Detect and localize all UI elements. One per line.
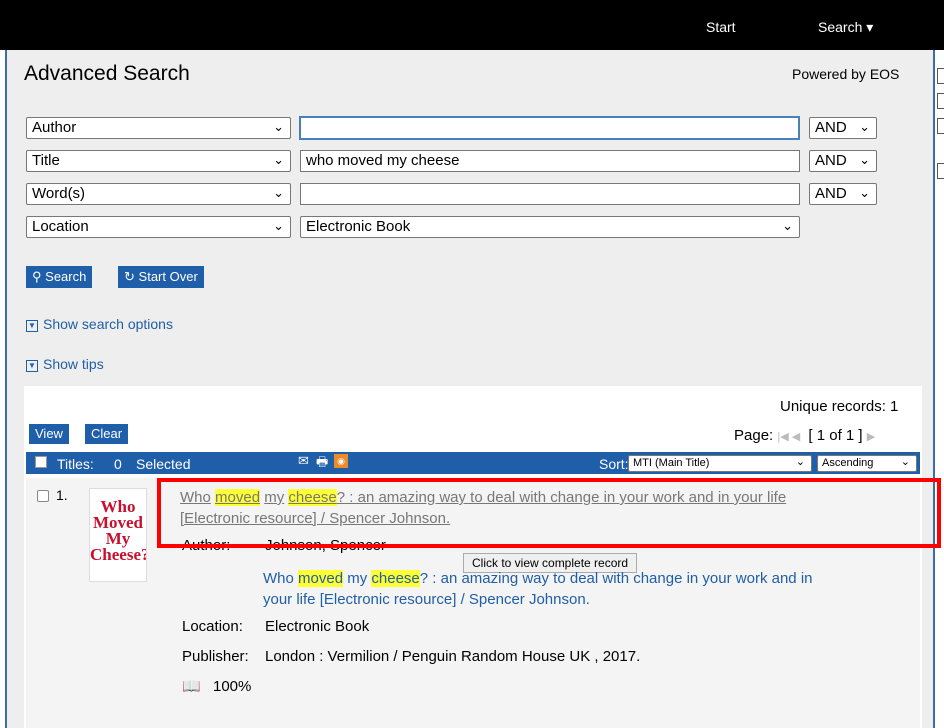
book-cover-image[interactable]: Who Moved My Cheese? xyxy=(89,488,147,582)
record-number: 1. xyxy=(56,487,68,503)
edge-marker xyxy=(937,118,944,134)
chevron-down-icon: ⌄ xyxy=(273,152,284,167)
view-button[interactable]: View xyxy=(29,424,69,444)
book-icon: 📖 xyxy=(182,678,201,695)
title-word: Who xyxy=(263,570,294,587)
chevron-down-icon: ⌄ xyxy=(273,119,284,134)
publisher-value: London : Vermilion / Penguin Random Hous… xyxy=(265,648,641,665)
edge-marker xyxy=(937,163,944,179)
refresh-icon: ↻ xyxy=(124,269,135,284)
operator-select-2[interactable]: AND ⌄ xyxy=(809,150,877,172)
operator-label: AND xyxy=(815,185,847,202)
title-input[interactable]: who moved my cheese xyxy=(300,150,800,172)
clear-button[interactable]: Clear xyxy=(85,424,129,444)
chevron-down-icon: ⌄ xyxy=(782,218,793,233)
search-icon: ⚲ xyxy=(32,269,42,284)
search-button-label: Search xyxy=(45,269,87,284)
show-tips-label: Show tips xyxy=(43,356,104,372)
field-select-label: Author xyxy=(32,119,77,136)
field-select-label: Location xyxy=(32,218,89,235)
sort-select[interactable]: MTI (Main Title) ⌄ xyxy=(628,455,812,472)
expand-icon: ▼ xyxy=(26,360,38,372)
field-select-label: Word(s) xyxy=(32,185,86,202)
page-title: Advanced Search xyxy=(24,62,190,85)
select-all-checkbox[interactable] xyxy=(35,456,47,468)
field-select-author[interactable]: Author ⌄ xyxy=(26,117,291,139)
highlight-annotation-box xyxy=(157,478,941,548)
chevron-down-icon: ⌄ xyxy=(859,152,870,167)
chevron-down-icon: ⌄ xyxy=(273,218,284,233)
field-select-location[interactable]: Location ⌄ xyxy=(26,216,291,238)
selected-count: 0 xyxy=(114,456,122,472)
operator-select-3[interactable]: AND ⌄ xyxy=(809,183,877,205)
page-indicator: [ 1 of 1 ] xyxy=(808,427,863,444)
chevron-down-icon: ⌄ xyxy=(273,185,284,200)
operator-label: AND xyxy=(815,152,847,169)
top-nav-bar: Start Search ▾ xyxy=(0,0,944,50)
field-select-label: Title xyxy=(32,152,60,169)
sort-label: Sort: xyxy=(599,456,629,472)
nav-start[interactable]: Start xyxy=(706,19,736,35)
pagination: Page: |◀ ◀ [ 1 of 1 ] ▶ xyxy=(734,427,875,444)
edge-marker xyxy=(937,93,944,109)
show-tips-link[interactable]: ▼ Show tips xyxy=(26,356,104,372)
rss-icon[interactable]: ◉ xyxy=(334,454,348,468)
edge-marker xyxy=(937,68,944,84)
nav-search-label[interactable]: Search xyxy=(818,19,862,35)
record-title-secondary[interactable]: Who moved my cheese? : an amazing way to… xyxy=(263,568,923,610)
results-header-bar: Titles: 0 Selected ✉ 🖶 ◉ Sort: MTI (Main… xyxy=(26,452,920,474)
chevron-down-icon: ⌄ xyxy=(795,456,805,468)
chevron-down-icon: ⌄ xyxy=(859,185,870,200)
location-select-label: Electronic Book xyxy=(306,218,411,235)
caret-down-icon: ▾ xyxy=(862,19,874,35)
location-select[interactable]: Electronic Book ⌄ xyxy=(300,216,800,238)
next-page-icon[interactable]: ▶ xyxy=(867,431,875,443)
title-rest: ? : an amazing way to deal with change i… xyxy=(419,570,813,587)
words-input[interactable] xyxy=(300,183,800,205)
start-over-button[interactable]: ↻ Start Over xyxy=(118,266,204,288)
operator-label: AND xyxy=(815,119,847,136)
chevron-down-icon: ⌄ xyxy=(900,456,910,468)
titles-label: Titles: xyxy=(57,456,94,472)
author-input[interactable] xyxy=(299,116,800,140)
record-checkbox[interactable] xyxy=(37,490,49,502)
start-over-label: Start Over xyxy=(138,269,198,284)
first-page-icon[interactable]: |◀ ◀ xyxy=(777,431,800,443)
print-icon[interactable]: 🖶 xyxy=(316,453,328,475)
location-label: Location: xyxy=(182,618,243,635)
sort-select-label: MTI (Main Title) xyxy=(633,457,710,469)
highlighted-term: cheese xyxy=(371,570,420,587)
order-select[interactable]: Ascending ⌄ xyxy=(817,455,917,472)
nav-search[interactable]: Search ▾ xyxy=(818,19,873,36)
availability-percent: 100% xyxy=(213,678,252,695)
show-search-options-label: Show search options xyxy=(43,316,173,332)
highlighted-term: moved xyxy=(298,570,344,587)
expand-icon: ▼ xyxy=(26,320,38,332)
selected-label: Selected xyxy=(136,456,191,472)
publisher-label: Publisher: xyxy=(182,648,249,665)
email-icon[interactable]: ✉ xyxy=(298,453,309,469)
page-label: Page: xyxy=(734,427,774,444)
powered-by: Powered by EOS xyxy=(792,66,900,82)
operator-select-1[interactable]: AND ⌄ xyxy=(809,117,877,139)
title-rest: your life [Electronic resource] / Spence… xyxy=(263,591,590,608)
book-cover-title: Who Moved My Cheese? xyxy=(90,497,147,564)
search-button[interactable]: ⚲ Search xyxy=(26,266,93,288)
field-select-title[interactable]: Title ⌄ xyxy=(26,150,291,172)
field-select-words[interactable]: Word(s) ⌄ xyxy=(26,183,291,205)
location-value: Electronic Book xyxy=(265,618,370,635)
show-search-options-link[interactable]: ▼ Show search options xyxy=(26,316,173,332)
chevron-down-icon: ⌄ xyxy=(859,119,870,134)
order-select-label: Ascending xyxy=(822,457,874,469)
unique-records: Unique records: 1 xyxy=(780,398,899,415)
title-word: my xyxy=(347,570,368,587)
